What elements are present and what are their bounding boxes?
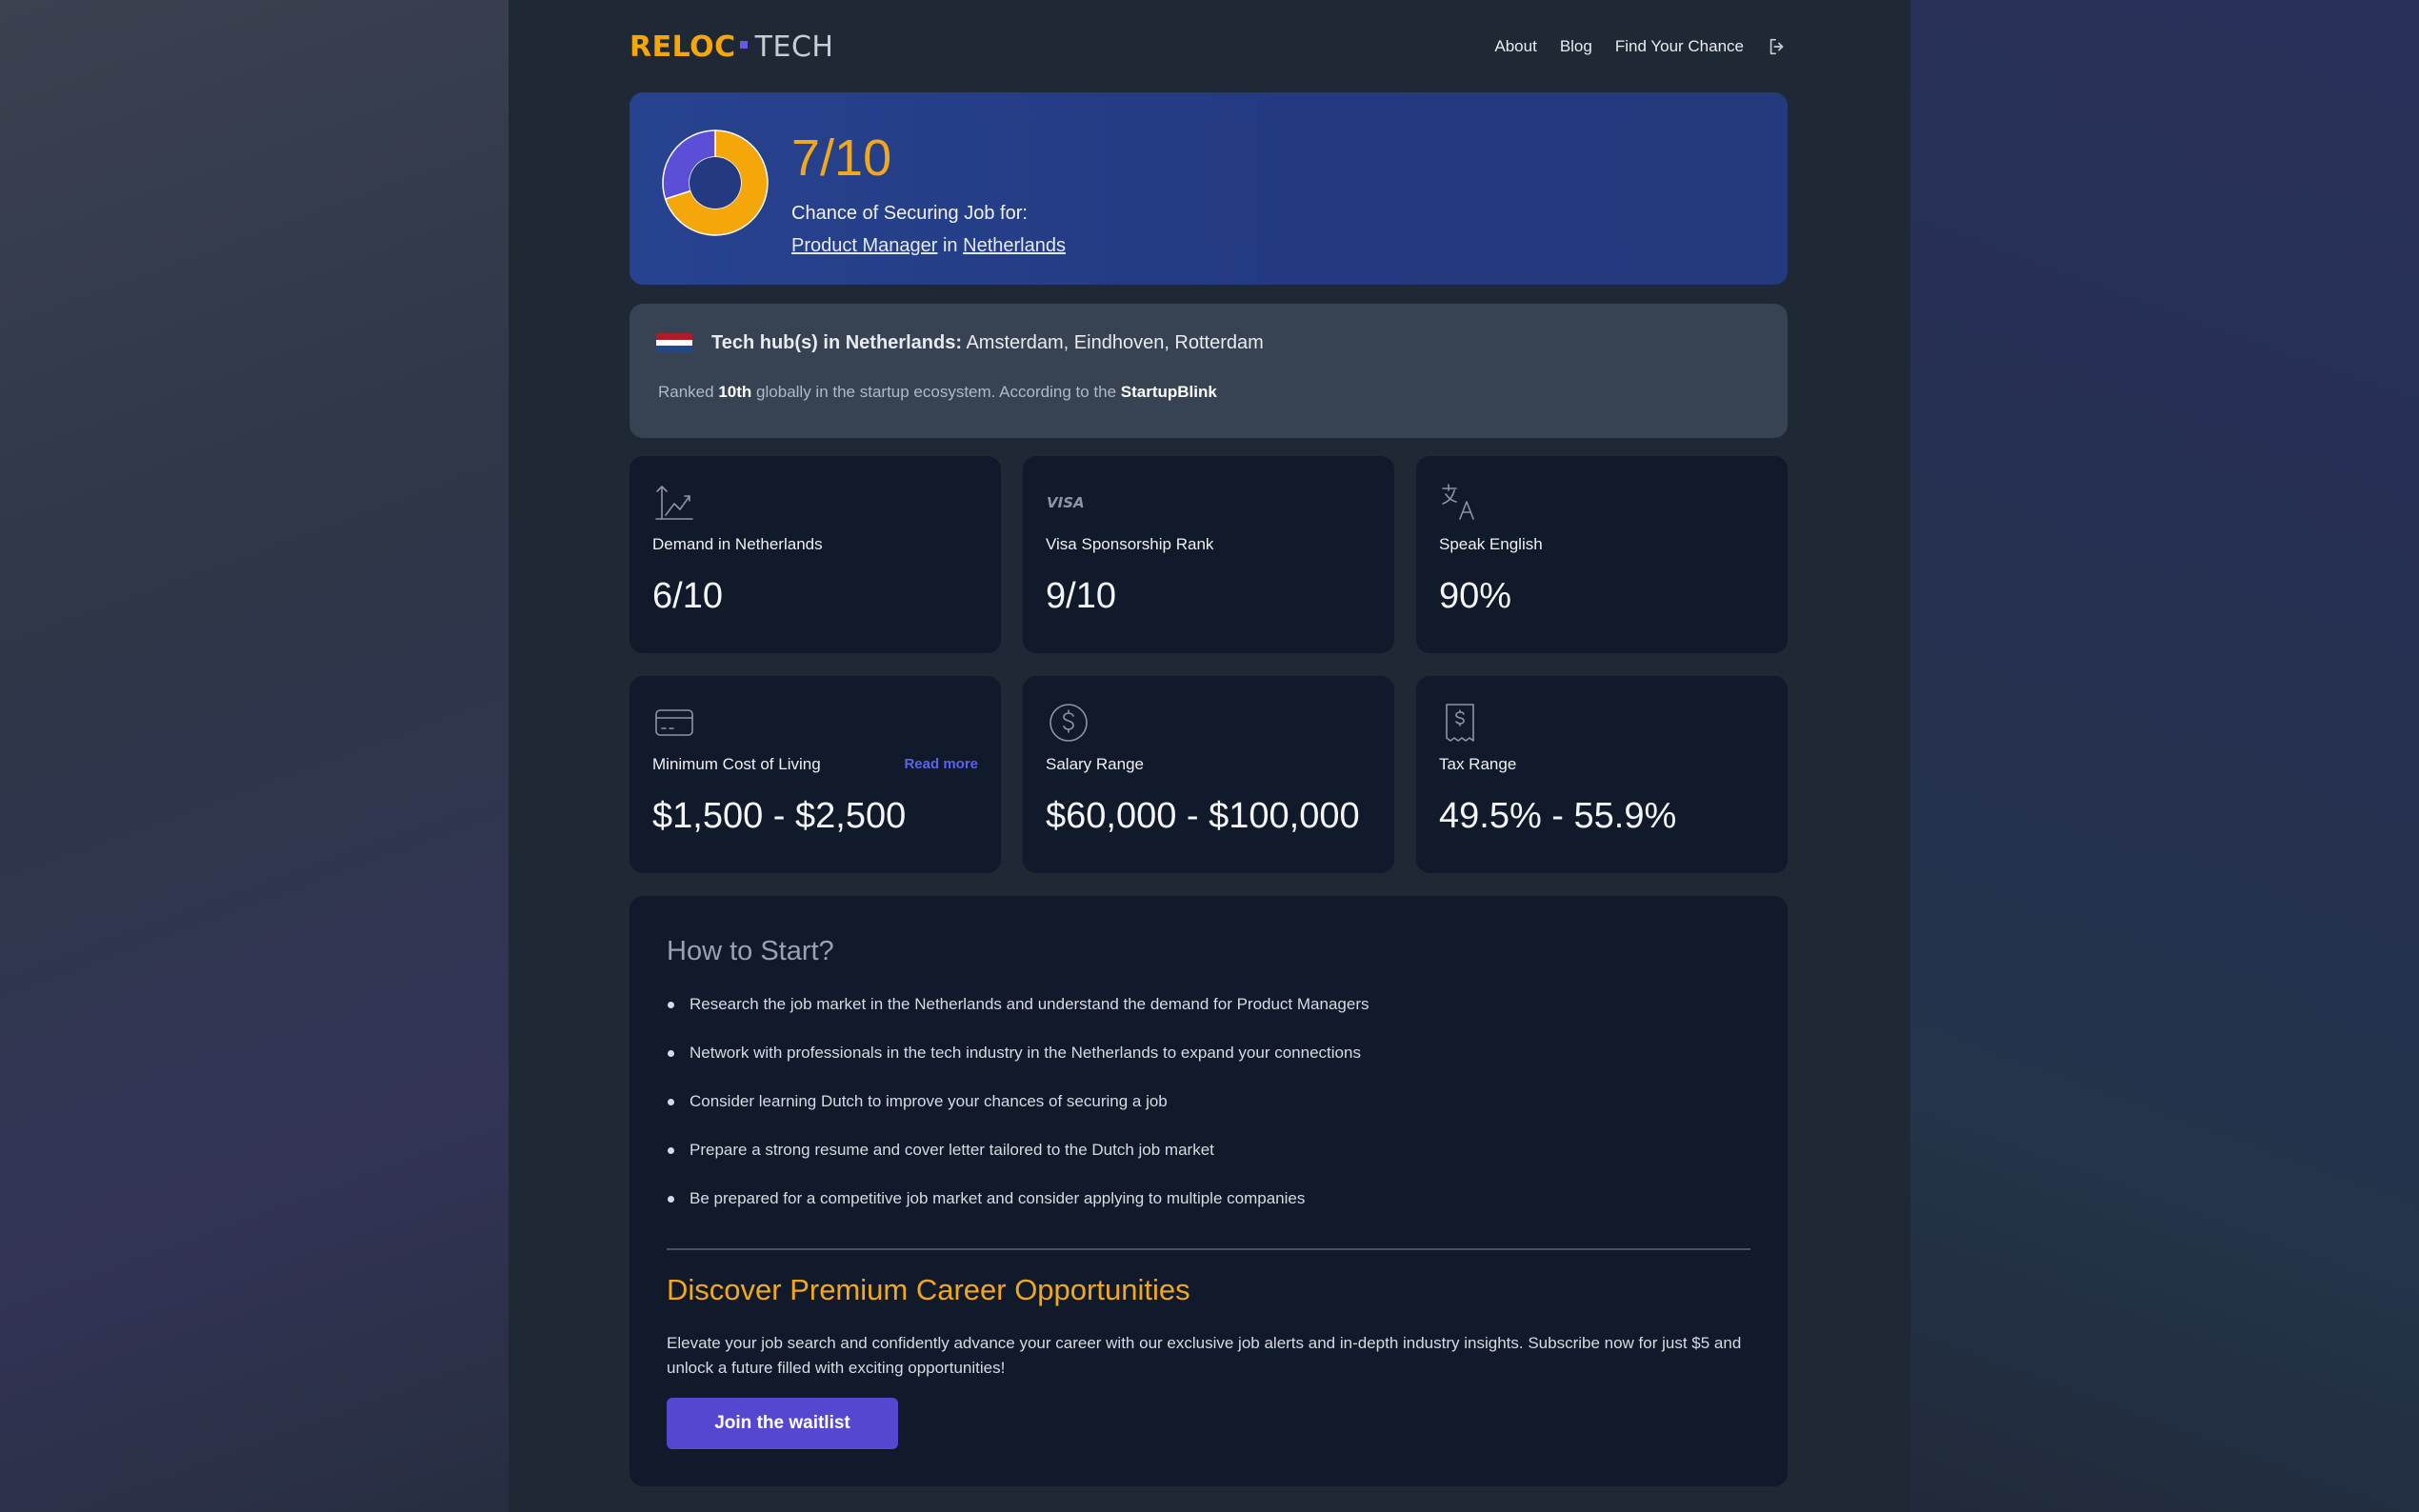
visa-icon: VISA (1047, 494, 1085, 511)
tech-hub-cities: Amsterdam, Eindhoven, Rotterdam (966, 332, 1264, 353)
list-item: Consider learning Dutch to improve your … (667, 1092, 1369, 1141)
role-link[interactable]: Product Manager (791, 235, 937, 256)
list-item: Research the job market in the Netherlan… (667, 995, 1369, 1044)
stat-label: Minimum Cost of Living (652, 755, 821, 773)
rank-source: StartupBlink (1120, 383, 1217, 401)
chance-score-card: 7/10 Chance of Securing Job for: Product… (630, 92, 1788, 285)
background-right (1910, 0, 2419, 1512)
divider (667, 1248, 1750, 1250)
tech-hub-heading: Tech hub(s) in Netherlands: (711, 332, 962, 353)
main-column: RELOC TECH About Blog Find Your Chance 7/… (509, 0, 1910, 1512)
steps-list: Research the job market in the Netherlan… (667, 995, 1369, 1238)
country-link[interactable]: Netherlands (963, 235, 1066, 256)
list-item: Be prepared for a competitive job market… (667, 1189, 1369, 1238)
nav-blog[interactable]: Blog (1560, 37, 1592, 56)
trending-up-icon (655, 486, 693, 520)
site-header: RELOC TECH About Blog Find Your Chance (630, 27, 1788, 65)
rank-value: 10th (718, 383, 752, 401)
stat-card-demand: Demand in Netherlands 6/10 (630, 456, 1001, 653)
list-item: Network with professionals in the tech i… (667, 1044, 1369, 1092)
premium-title: Discover Premium Career Opportunities (667, 1273, 1190, 1306)
receipt-icon (1446, 704, 1474, 742)
top-nav: About Blog Find Your Chance (1494, 36, 1788, 57)
nav-about[interactable]: About (1494, 37, 1536, 56)
chance-target: Product Manager in Netherlands (791, 235, 1066, 257)
stat-value: 90% (1439, 576, 1512, 616)
stat-value: $1,500 - $2,500 (652, 796, 907, 836)
logo-part-1: RELOC (630, 30, 736, 64)
nav-find-your-chance[interactable]: Find Your Chance (1615, 37, 1744, 56)
stat-card-tax: Tax Range 49.5% - 55.9% (1416, 676, 1788, 873)
svg-text:VISA: VISA (1047, 494, 1085, 511)
dollar-circle-icon (1050, 704, 1088, 742)
logo-dot (739, 41, 748, 49)
stat-card-cost-of-living: Minimum Cost of Living Read more $1,500 … (630, 676, 1001, 873)
how-to-start-card: How to Start? Research the job market in… (630, 896, 1788, 1486)
chance-donut-chart (662, 129, 769, 236)
startup-rank: Ranked 10th globally in the startup ecos… (658, 383, 1217, 402)
stat-label: Tax Range (1439, 755, 1517, 773)
logo-part-2: TECH (754, 30, 834, 64)
background-left (0, 0, 509, 1512)
premium-description: Elevate your job search and confidently … (667, 1334, 1742, 1377)
stat-value: $60,000 - $100,000 (1046, 796, 1360, 836)
stat-label: Speak English (1439, 535, 1543, 553)
stat-label: Visa Sponsorship Rank (1046, 535, 1214, 553)
language-icon (1442, 484, 1474, 520)
how-to-start-title: How to Start? (667, 936, 834, 966)
stat-card-visa: VISA Visa Sponsorship Rank 9/10 (1023, 456, 1394, 653)
stat-card-english: Speak English 90% (1416, 456, 1788, 653)
stat-value: 9/10 (1046, 576, 1116, 616)
rank-prefix: Ranked (658, 383, 714, 401)
logo[interactable]: RELOC TECH (630, 30, 833, 64)
donut-hole (690, 157, 741, 209)
stat-label: Salary Range (1046, 755, 1145, 773)
chance-score: 7/10 (791, 129, 892, 187)
rank-suffix: globally in the startup ecosystem. Accor… (756, 383, 1117, 401)
join-waitlist-button[interactable]: Join the waitlist (667, 1398, 898, 1449)
connector-text: in (942, 235, 958, 256)
tech-hub-card: Tech hub(s) in Netherlands: Amsterdam, E… (630, 304, 1788, 438)
tech-hub-title: Tech hub(s) in Netherlands: Amsterdam, E… (711, 332, 1264, 354)
logout-icon[interactable] (1767, 36, 1788, 57)
stat-value: 49.5% - 55.9% (1439, 796, 1677, 836)
chance-subtitle: Chance of Securing Job for: (791, 203, 1028, 224)
stat-card-salary: Salary Range $60,000 - $100,000 (1023, 676, 1394, 873)
credit-card-icon (655, 709, 693, 736)
list-item: Prepare a strong resume and cover letter… (667, 1141, 1369, 1189)
stat-label: Demand in Netherlands (652, 535, 823, 553)
read-more-link[interactable]: Read more (904, 756, 978, 772)
netherlands-flag-icon (656, 333, 692, 352)
stat-value: 6/10 (652, 576, 723, 616)
